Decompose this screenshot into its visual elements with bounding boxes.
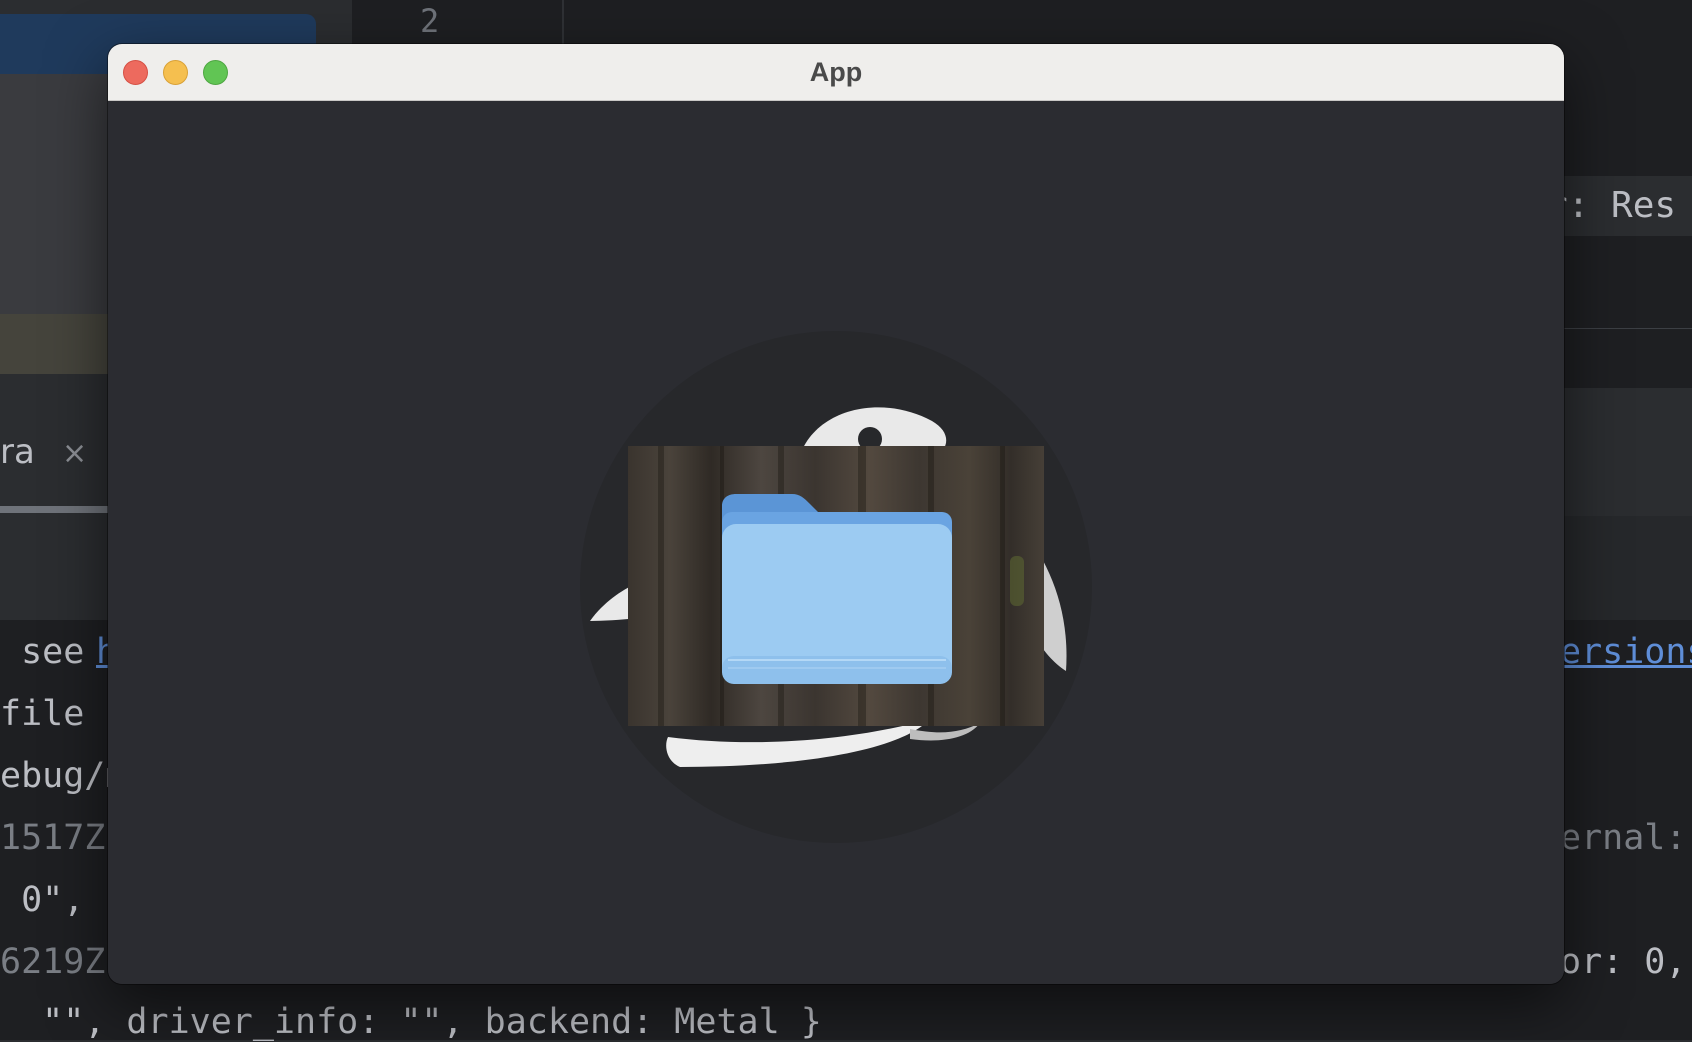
window-content bbox=[108, 101, 1564, 984]
close-icon[interactable]: × bbox=[62, 436, 87, 471]
console-line-1: see bbox=[0, 632, 106, 672]
run-tab-label[interactable]: ra bbox=[0, 432, 35, 472]
app-window: App bbox=[108, 44, 1564, 984]
console-right-3: or: 0, bbox=[1560, 942, 1687, 982]
right-panel-block-2 bbox=[1552, 516, 1692, 620]
right-panel-block bbox=[1552, 388, 1692, 516]
line-number: 2 bbox=[420, 2, 440, 40]
console-link-right[interactable]: ersions bbox=[1560, 632, 1692, 672]
folder-icon bbox=[722, 494, 952, 684]
console-line-6: 6219Z bbox=[0, 942, 106, 982]
code-fragment: r: Res bbox=[1552, 176, 1692, 236]
active-tab-indicator bbox=[0, 506, 110, 513]
console-right-2: ernal: bbox=[1560, 818, 1687, 858]
window-titlebar[interactable]: App bbox=[108, 44, 1564, 101]
console-line-7: "", driver_info: "", backend: Metal } bbox=[0, 1002, 822, 1042]
thumbnail-image bbox=[628, 446, 1044, 726]
console-line-4: 1517Z bbox=[0, 818, 106, 858]
window-title: App bbox=[809, 57, 863, 87]
code-separator bbox=[1552, 328, 1692, 329]
